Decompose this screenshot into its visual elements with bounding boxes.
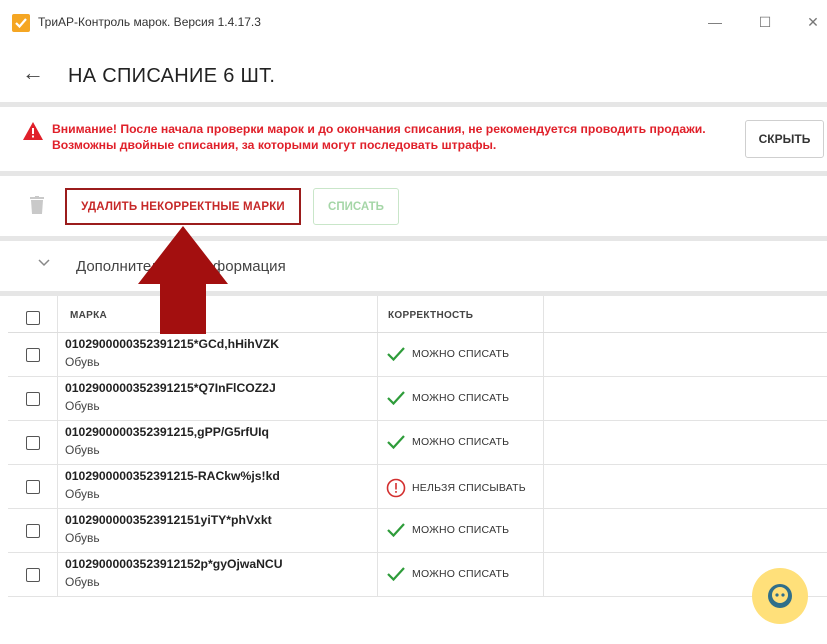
divider (0, 171, 827, 176)
checkmark-icon (387, 435, 405, 450)
row-checkbox[interactable] (26, 392, 40, 406)
warning-banner: Внимание! После начала проверки марок и … (0, 107, 827, 171)
mark-type: Обувь (65, 575, 100, 589)
mark-type: Обувь (65, 487, 100, 501)
row-checkbox[interactable] (26, 568, 40, 582)
hide-warning-button[interactable]: СКРЫТЬ (745, 120, 824, 158)
status-badge: МОЖНО СПИСАТЬ (386, 390, 509, 406)
table-header-row: МАРКА КОРРЕКТНОСТЬ (8, 296, 827, 333)
status-badge: НЕЛЬЗЯ СПИСЫВАТЬ (386, 478, 526, 498)
window-titlebar: ТриАР-Контроль марок. Версия 1.4.17.3 — … (0, 0, 827, 46)
mark-code: 0102900000352391215*GCd,hHihVZK (65, 337, 280, 351)
checkmark-icon (387, 567, 405, 582)
trash-icon[interactable] (30, 196, 44, 214)
select-all-checkbox[interactable] (26, 311, 40, 325)
status-badge: МОЖНО СПИСАТЬ (386, 522, 509, 538)
page-header: ← НА СПИСАНИЕ 6 ШТ. (0, 46, 827, 102)
back-arrow-icon[interactable]: ← (22, 60, 44, 86)
mark-type: Обувь (65, 531, 100, 545)
mark-type: Обувь (65, 355, 100, 369)
annotation-arrow-icon (138, 226, 228, 334)
mark-code: 0102900000352391215,gPP/G5rfUIq (65, 425, 269, 439)
table-row[interactable]: 0102900000352391215,gPP/G5rfUIq Обувь МОЖН… (8, 421, 827, 465)
mark-code: 01029000003523912152p*gyOjwaNCU (65, 557, 283, 571)
status-text: НЕЛЬЗЯ СПИСЫВАТЬ (412, 482, 526, 494)
mark-code: 0102900000352391215-RACkw%js!kd (65, 469, 280, 483)
column-header-mark: МАРКА (70, 310, 108, 321)
exclamation-circle-icon (386, 478, 406, 498)
app-logo-icon (12, 14, 30, 32)
row-checkbox[interactable] (26, 348, 40, 362)
delete-invalid-marks-button[interactable]: УДАЛИТЬ НЕКОРРЕКТНЫЕ МАРКИ (65, 188, 301, 225)
status-text: МОЖНО СПИСАТЬ (412, 524, 510, 536)
status-text: МОЖНО СПИСАТЬ (412, 568, 510, 580)
mark-code: 0102900000352391215*Q7InFlCOZ2J (65, 381, 276, 395)
row-checkbox[interactable] (26, 436, 40, 450)
mark-type: Обувь (65, 399, 100, 413)
divider (0, 236, 827, 241)
row-checkbox[interactable] (26, 480, 40, 494)
table-row[interactable]: 0102900000352391215*GCd,hHihVZK Обувь МОЖН… (8, 333, 827, 377)
warning-triangle-icon (23, 122, 43, 140)
table-row[interactable]: 0102900000352391215-RACkw%js!kd Обувь НЕЛЬ… (8, 465, 827, 509)
checkmark-icon (387, 523, 405, 538)
chat-bot-icon (768, 584, 792, 608)
minimize-button[interactable]: — (700, 10, 730, 34)
checkmark-icon (387, 391, 405, 406)
table-row[interactable]: 01029000003523912151yiTY*phVxkt Обувь МОЖН… (8, 509, 827, 553)
chevron-down-icon[interactable] (38, 259, 50, 267)
status-badge: МОЖНО СПИСАТЬ (386, 566, 509, 582)
status-text: МОЖНО СПИСАТЬ (412, 392, 510, 404)
write-off-button[interactable]: СПИСАТЬ (313, 188, 399, 225)
mark-code: 01029000003523912151yiTY*phVxkt (65, 513, 272, 527)
status-text: МОЖНО СПИСАТЬ (412, 348, 510, 360)
status-text: МОЖНО СПИСАТЬ (412, 436, 510, 448)
checkmark-icon (387, 347, 405, 362)
warning-text: Внимание! После начала проверки марок и … (52, 122, 706, 152)
page-title: НА СПИСАНИЕ 6 ШТ. (68, 65, 276, 87)
status-badge: МОЖНО СПИСАТЬ (386, 434, 509, 450)
maximize-button[interactable]: ☐ (750, 10, 780, 34)
mark-type: Обувь (65, 443, 100, 457)
window-title: ТриАР-Контроль марок. Версия 1.4.17.3 (38, 15, 261, 29)
assistant-button[interactable] (752, 568, 808, 624)
status-badge: МОЖНО СПИСАТЬ (386, 346, 509, 362)
row-checkbox[interactable] (26, 524, 40, 538)
table-row[interactable]: 0102900000352391215*Q7InFlCOZ2J Обувь МОЖН… (8, 377, 827, 421)
column-header-correctness: КОРРЕКТНОСТЬ (388, 310, 474, 321)
table-row[interactable]: 01029000003523912152p*gyOjwaNCU Обувь МОЖН… (8, 553, 827, 597)
close-button[interactable]: ✕ (798, 10, 827, 34)
